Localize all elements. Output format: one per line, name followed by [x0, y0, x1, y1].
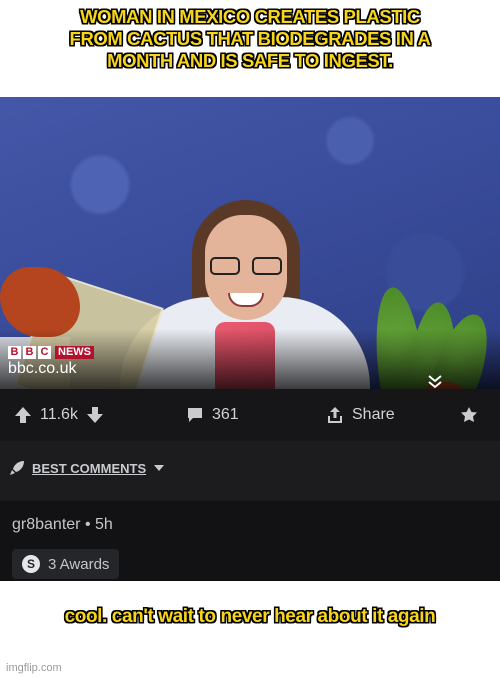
award-icon: [461, 407, 477, 422]
comment-count: 361: [212, 406, 239, 423]
left-glove: [0, 267, 80, 337]
post-action-bar: 11.6k 361 Share: [0, 389, 500, 441]
caret-down-icon: [154, 465, 165, 471]
bbc-letter: B: [8, 346, 21, 359]
award-coin-icon: S: [22, 555, 40, 573]
bbc-letter: C: [38, 346, 51, 359]
share-icon: [328, 407, 342, 423]
caption-line-3: MONTH AND IS SAFE TO INGEST.: [107, 50, 393, 71]
caption-line-1: WOMAN IN MEXICO CREATES PLASTIC: [80, 6, 420, 27]
bbc-letter: B: [23, 346, 36, 359]
comments-button[interactable]: 361: [186, 389, 239, 441]
awards-label: 3 Awards: [48, 555, 110, 573]
sort-dropdown[interactable]: BEST COMMENTS: [8, 459, 165, 477]
source-domain: bbc.co.uk: [8, 360, 77, 377]
upvote-count: 11.6k: [40, 406, 78, 423]
glasses: [210, 257, 282, 277]
comment-icon: [188, 408, 202, 422]
bottom-caption: cool. can't wait to never hear about it …: [64, 606, 436, 627]
comment: gr8banter • 5h S 3 Awards: [0, 501, 500, 581]
sort-label: BEST COMMENTS: [32, 460, 147, 476]
vote-group: 11.6k: [14, 389, 104, 441]
bbc-news-label: NEWS: [55, 346, 94, 359]
share-label: Share: [352, 406, 395, 423]
share-button[interactable]: Share: [326, 389, 395, 441]
awards-badge[interactable]: S 3 Awards: [12, 549, 120, 579]
rocket-icon: [10, 461, 24, 475]
award-button[interactable]: [460, 389, 478, 441]
comment-author-meta[interactable]: gr8banter • 5h: [12, 516, 113, 534]
caption-line-2: FROM CACTUS THAT BIODEGRADES IN A: [69, 28, 431, 49]
top-caption: WOMAN IN MEXICO CREATES PLASTIC FROM CAC…: [0, 6, 500, 72]
bbc-news-logo: B B C NEWS bbc.co.uk: [8, 346, 94, 378]
downvote-icon[interactable]: [86, 406, 104, 424]
watermark: imgflip.com: [6, 662, 62, 674]
comments-sort-bar: BEST COMMENTS: [0, 441, 500, 501]
upvote-icon[interactable]: [14, 406, 32, 424]
